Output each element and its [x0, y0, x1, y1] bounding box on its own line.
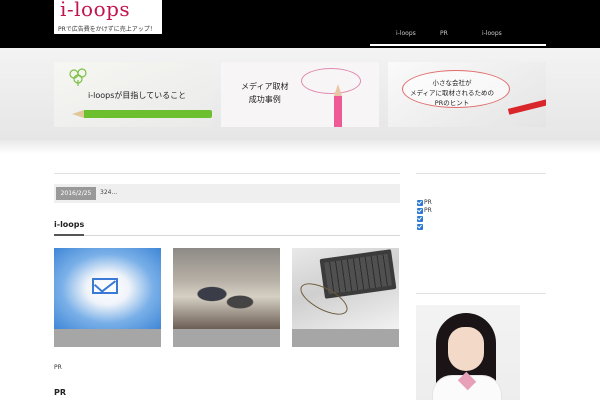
promo-label-line: 成功事例: [248, 95, 281, 104]
sidebar-divider: [416, 173, 546, 174]
article-card[interactable]: [173, 248, 280, 347]
card-caption: [54, 329, 161, 347]
pr-caption: PR: [54, 364, 62, 371]
logo-tagline: PRで広告費をかけずに売上アップ！: [58, 26, 156, 33]
sidebar-item[interactable]: PR: [417, 207, 547, 215]
pencil-tip: [72, 110, 84, 118]
sidebar-item[interactable]: [417, 215, 547, 223]
promo-label: メディア取材 成功事例: [241, 80, 288, 106]
clover-icon: [69, 68, 87, 86]
nav-item-pr[interactable]: PR: [440, 30, 448, 37]
checkbox-icon: [417, 208, 423, 214]
article-card[interactable]: [54, 248, 161, 347]
sidebar-category-list: PR PR: [417, 199, 547, 231]
card-caption: [173, 329, 280, 347]
promo-banner-hints[interactable]: 小さな会社が メディアに取材されるための PRのヒント: [388, 62, 546, 127]
sidebar-item-label: PR: [424, 199, 432, 206]
nav-item-home[interactable]: i-loops: [396, 30, 416, 37]
promo-label-line: PRのヒント: [434, 99, 470, 107]
promo-banner-vision[interactable]: i-loopsが目指していること: [54, 62, 212, 127]
article-card[interactable]: [292, 248, 399, 347]
checkbox-icon: [417, 200, 423, 206]
section-title-pr: PR: [54, 388, 67, 397]
news-date-badge: 2016/2/25: [56, 187, 96, 200]
checkbox-icon: [417, 216, 423, 222]
seminar-photo: [173, 248, 280, 329]
promo-label-line: メディアに取材されるための: [410, 89, 495, 97]
content-divider: [54, 173, 400, 174]
smile-doodle-icon: [301, 68, 361, 94]
section-title: i-loops: [54, 220, 85, 229]
promo-banner-cases[interactable]: メディア取材 成功事例: [221, 62, 379, 127]
promo-label: i-loopsが目指していること: [88, 91, 187, 100]
sidebar-item[interactable]: [417, 223, 547, 231]
profile-photo: [416, 305, 520, 400]
banner-shadow: [0, 140, 600, 154]
promo-label: 小さな会社が メディアに取材されるための PRのヒント: [410, 78, 494, 108]
pink-pencil-icon: [334, 96, 342, 127]
envelope-icon: [92, 278, 118, 294]
sidebar-divider: [416, 293, 546, 294]
promo-label-line: 小さな会社が: [432, 79, 472, 87]
keyboard-photo: [292, 248, 399, 329]
site-logo[interactable]: i-loops PRで広告費をかけずに売上アップ！: [54, 0, 162, 34]
logo-text: i-loops: [60, 0, 131, 21]
section-rule-accent: [54, 234, 84, 236]
checkbox-icon: [417, 224, 423, 230]
news-text[interactable]: 324...: [100, 189, 117, 196]
news-ticker[interactable]: 2016/2/25 324...: [54, 184, 400, 203]
sidebar-item-label: PR: [424, 207, 432, 214]
pencil-tip: [334, 84, 342, 96]
green-pencil-icon: [84, 110, 212, 118]
nav-item-about[interactable]: i-loops: [482, 30, 502, 37]
card-caption: [292, 329, 399, 347]
section-rule: [54, 235, 400, 236]
main-nav: i-loops PR i-loops: [370, 28, 546, 46]
cloud-mail-image: [54, 248, 161, 329]
people-figure: [191, 278, 261, 318]
red-pencil-icon: [507, 99, 546, 115]
site-header: i-loops PRで広告費をかけずに売上アップ！ i-loops PR i-l…: [0, 0, 600, 48]
promo-label-line: メディア取材: [241, 82, 289, 91]
sidebar-item[interactable]: PR: [417, 199, 547, 207]
face-shape: [448, 327, 484, 371]
